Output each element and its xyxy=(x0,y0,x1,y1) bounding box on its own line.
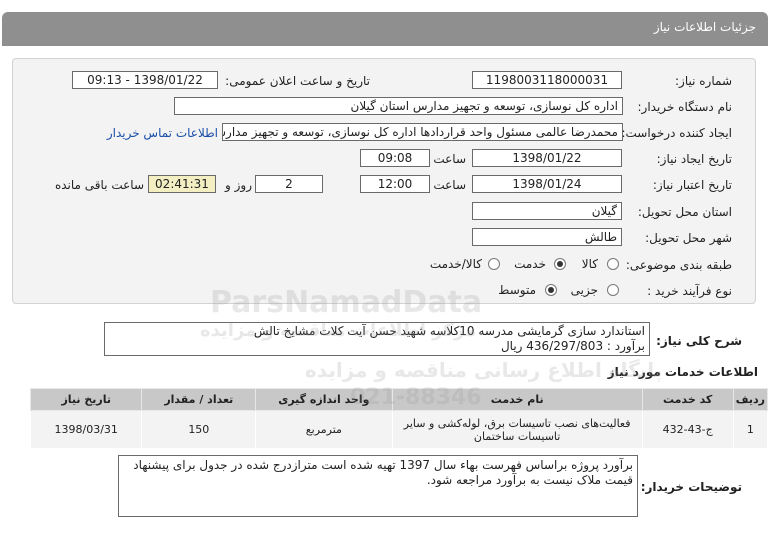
category-goods-radio[interactable] xyxy=(607,258,619,270)
created-time-field[interactable]: 09:08 xyxy=(360,149,430,167)
category-service-label: خدمت xyxy=(514,257,546,271)
purchase-minor-label: جزیی xyxy=(570,283,598,297)
header-index: ردیف xyxy=(732,388,769,411)
watermark-phone: 021-88346 xyxy=(350,385,482,410)
cell-unit: مترمربع xyxy=(255,410,393,449)
header-date: تاریخ نیاز xyxy=(29,388,143,411)
need-number-field[interactable]: 1198003118000031 xyxy=(472,71,622,89)
announce-label: تاریخ و ساعت اعلان عمومی: xyxy=(225,74,370,88)
cell-name: فعالیت‌های نصب تاسیسات برق، لوله‌کشی و س… xyxy=(391,410,643,449)
created-date-label: تاریخ ایجاد نیاز: xyxy=(656,152,732,166)
province-field[interactable]: گیلان xyxy=(472,202,622,220)
buyer-org-field[interactable]: اداره کل نوسازی، توسعه و تجهیز مدارس است… xyxy=(174,97,623,115)
category-both-label: کالا/خدمت xyxy=(429,257,482,271)
need-number-label: شماره نیاز: xyxy=(675,74,732,88)
created-time-label: ساعت xyxy=(433,152,466,166)
purchase-type-label: نوع فرآیند خرید : xyxy=(647,284,732,298)
cell-date: 1398/03/31 xyxy=(29,410,143,449)
cell-index: 1 xyxy=(732,410,769,449)
purchase-minor-radio[interactable] xyxy=(607,284,619,296)
page-title: جزئیات اطلاعات نیاز xyxy=(653,20,756,34)
validity-date-label: تاریخ اعتبار نیاز: xyxy=(652,178,732,192)
cell-qty: 150 xyxy=(141,410,257,449)
table-row: 1 ج-43-432 فعالیت‌های نصب تاسیسات برق، ل… xyxy=(29,410,769,449)
header-code: کد خدمت xyxy=(641,388,734,411)
watermark-line-1: پایگاه اطلاع رسانی مناقصه و مزایده xyxy=(305,358,663,382)
category-label: طبقه بندی موضوعی: xyxy=(625,258,732,272)
days-label: روز و xyxy=(225,178,252,192)
cell-code: ج-43-432 xyxy=(641,410,734,449)
watermark-brand: ParsNamadData xyxy=(210,285,483,320)
purchase-medium-label: متوسط xyxy=(498,283,536,297)
watermark-line-2: مرکز اطلاعات مناقصه و مزایده xyxy=(200,320,477,341)
validity-time-label: ساعت xyxy=(433,178,466,192)
requester-field[interactable]: محمدرضا عالمی مسئول واحد قراردادها اداره… xyxy=(222,123,623,141)
requester-label: ایجاد کننده درخواست: xyxy=(621,126,732,140)
buyer-org-label: نام دستگاه خریدار: xyxy=(637,100,733,114)
city-label: شهر محل تحویل: xyxy=(645,231,732,245)
buyer-contact-link[interactable]: اطلاعات تماس خریدار xyxy=(107,126,218,140)
purchase-medium-radio[interactable] xyxy=(545,284,557,296)
category-goods-label: کالا xyxy=(581,257,598,271)
buyer-notes-label: توضیحات خریدار: xyxy=(640,480,742,494)
header-qty: تعداد / مقدار xyxy=(141,388,257,411)
province-label: استان محل تحویل: xyxy=(637,205,732,219)
validity-time-field[interactable]: 12:00 xyxy=(360,175,430,193)
page-header: جزئیات اطلاعات نیاز xyxy=(2,12,768,46)
remaining-time-field[interactable]: 02:41:31 xyxy=(148,175,216,193)
remaining-label: ساعت باقی مانده xyxy=(54,178,144,192)
category-both-radio[interactable] xyxy=(488,258,500,270)
remaining-days-field[interactable]: 2 xyxy=(255,175,323,193)
validity-date-field[interactable]: 1398/01/24 xyxy=(472,175,622,193)
description-line-2: برآورد : 436/297/803 ریال xyxy=(500,339,645,353)
created-date-field[interactable]: 1398/01/22 xyxy=(472,149,622,167)
announce-field[interactable]: 1398/01/22 - 09:13 xyxy=(72,71,218,89)
buyer-notes-box: برآورد پروژه براساس فهرست بهاء سال 1397 … xyxy=(118,455,638,517)
description-label: شرح کلی نیاز: xyxy=(656,334,742,348)
city-field[interactable]: طالش xyxy=(472,228,622,246)
category-service-radio[interactable] xyxy=(554,258,566,270)
